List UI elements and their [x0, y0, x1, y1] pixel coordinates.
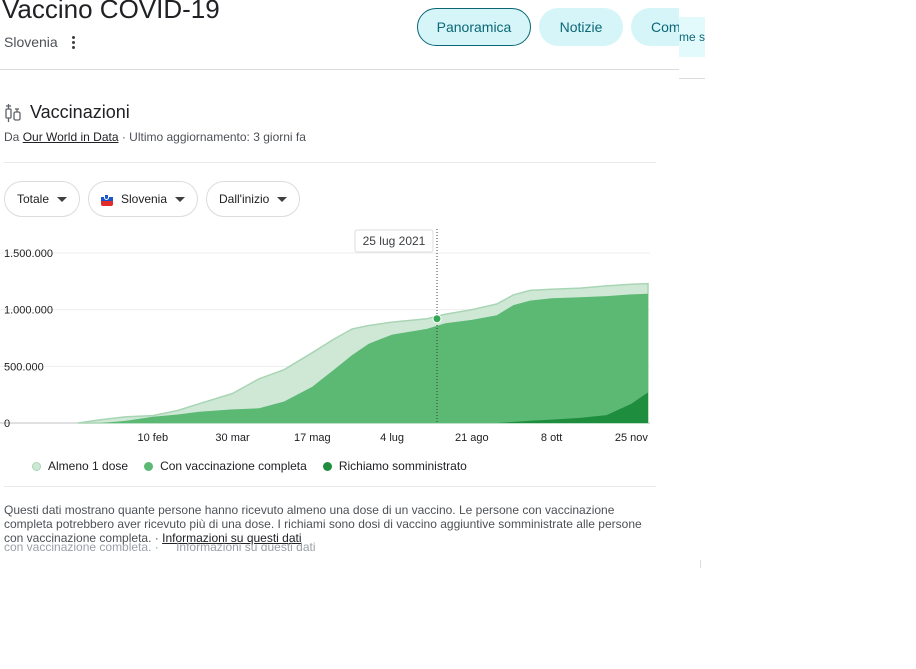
slovenia-flag-icon [101, 192, 113, 206]
legend-label: Con vaccinazione completa [160, 459, 307, 473]
x-tick-label: 4 lug [380, 432, 404, 444]
series-area-2 [78, 293, 648, 423]
location-label: Slovenia [4, 34, 58, 50]
y-tick-label: 500.000 [4, 361, 44, 373]
vaccination-chart[interactable]: 1.500.000 1.000.000 500.000 0 10 feb 30 mar 1… [0, 225, 680, 450]
source-prefix: Da [4, 130, 23, 144]
ghost-note-fragment: con vaccinazione completa. · Informazion… [4, 540, 316, 551]
section-divider [4, 162, 656, 163]
country-dropdown[interactable]: Slovenia [88, 181, 198, 217]
legend-divider [4, 486, 656, 487]
source-line: Da Our World in Data · Ultimo aggiorname… [4, 130, 306, 144]
section-title: Vaccinazioni [30, 102, 130, 122]
source-updated: · Ultimo aggiornamento: 3 giorni fa [118, 130, 306, 144]
range-dropdown[interactable]: Dall'inizio [206, 181, 300, 217]
legend-item-first-dose[interactable]: Almeno 1 dose [32, 459, 128, 473]
header-divider [0, 69, 679, 70]
legend-label: Richiamo somministrato [338, 459, 467, 473]
tab-panoramica[interactable]: Panoramica [417, 8, 531, 46]
y-tick-label: 0 [4, 418, 10, 430]
x-tick-label: 8 ott [541, 432, 562, 444]
x-tick-label: 30 mar [215, 432, 250, 444]
note-text: Questi dati mostrano quante persone hann… [4, 503, 642, 545]
syringe-icon [5, 103, 21, 122]
ghost-note-link: Informazioni su questi dati [176, 540, 316, 551]
legend-swatch [144, 461, 154, 471]
chart-legend: Almeno 1 dose Con vaccinazione completa … [32, 459, 467, 473]
range-dropdown-label: Dall'inizio [219, 192, 270, 206]
ghost-note-text: con vaccinazione completa. · [4, 540, 163, 551]
tab-notizie[interactable]: Notizie [539, 8, 623, 46]
hover-point [432, 314, 442, 324]
section-header: Vaccinazioni [4, 102, 130, 123]
edge-tick [700, 560, 701, 568]
overflow-divider [679, 78, 705, 79]
legend-swatch [322, 461, 332, 471]
more-options-icon[interactable] [66, 35, 81, 49]
tab-comm[interactable]: Com [631, 8, 679, 46]
page-title: Vaccino COVID-19 [2, 0, 220, 24]
measure-dropdown-label: Totale [17, 192, 50, 206]
source-link[interactable]: Our World in Data [23, 130, 119, 144]
chevron-down-icon [57, 196, 68, 202]
y-tick-label: 1.500.000 [4, 248, 53, 260]
chevron-down-icon [277, 196, 288, 202]
legend-label: Almeno 1 dose [48, 459, 129, 473]
x-tick-label: 10 feb [137, 432, 168, 444]
x-tick-label: 21 ago [455, 432, 489, 444]
location-row: Slovenia [4, 34, 81, 50]
y-tick-label: 1.000.000 [4, 305, 53, 317]
overflow-tab-fragment[interactable]: me s [679, 17, 705, 57]
chevron-down-icon [175, 196, 185, 202]
measure-dropdown[interactable]: Totale [4, 181, 80, 217]
x-tick-label: 17 mag [294, 432, 331, 444]
legend-item-booster[interactable]: Richiamo somministrato [322, 459, 467, 473]
country-dropdown-label: Slovenia [120, 192, 167, 206]
legend-item-fully-vaccinated[interactable]: Con vaccinazione completa [144, 459, 307, 473]
legend-swatch [32, 461, 41, 471]
tooltip-date: 25 lug 2021 [363, 234, 426, 248]
explanation-note: Questi dati mostrano quante persone hann… [4, 503, 656, 545]
x-tick-label: 25 nov [615, 432, 649, 444]
